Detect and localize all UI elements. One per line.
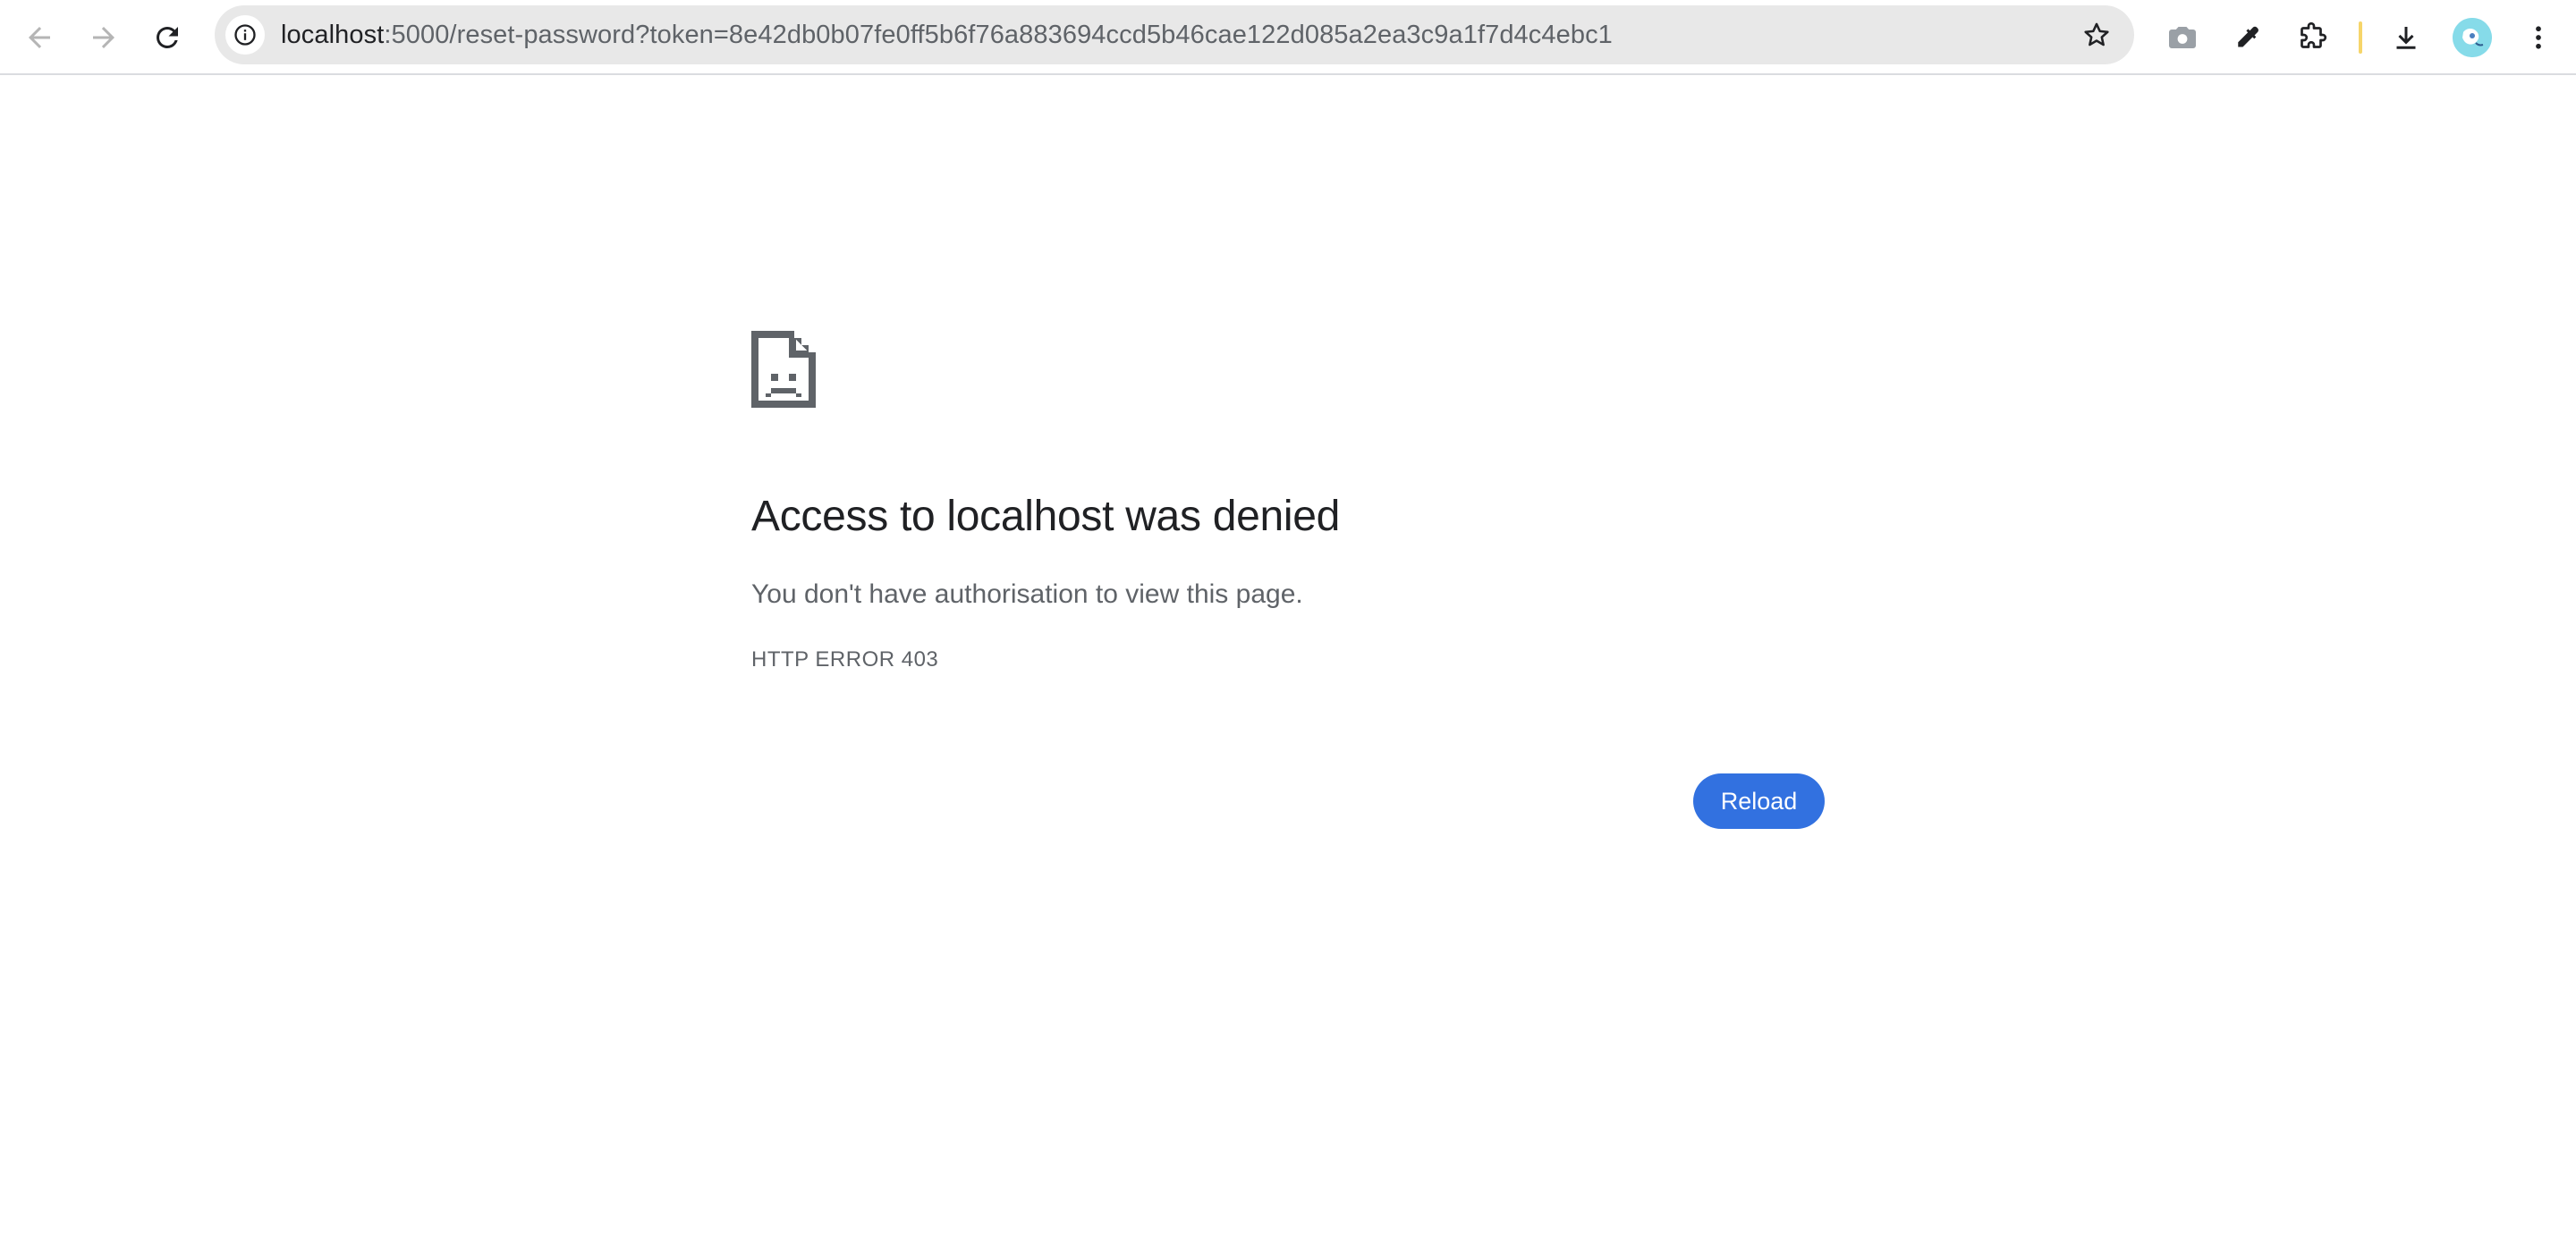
forward-button[interactable] [79, 13, 129, 63]
extensions-button[interactable] [2286, 13, 2336, 63]
download-icon [2396, 27, 2416, 49]
reload-page-button[interactable] [142, 13, 192, 63]
browser-menu-button[interactable] [2513, 13, 2563, 63]
avatar-image [2453, 18, 2492, 57]
back-button[interactable] [14, 13, 64, 63]
browser-toolbar: localhost:5000/reset-password?token=8e42… [0, 0, 2576, 75]
avatar[interactable] [2453, 18, 2492, 57]
camera-icon [2169, 27, 2196, 48]
error-code: HTTP ERROR 403 [751, 647, 939, 672]
url-text[interactable]: localhost:5000/reset-password?token=8e42… [281, 5, 1613, 64]
eyedropper-button[interactable] [2222, 13, 2272, 63]
reload-icon [157, 26, 178, 48]
arrow-left-icon [29, 27, 50, 48]
info-icon [234, 24, 256, 46]
eyedropper-icon [2238, 26, 2258, 47]
star-icon [2084, 22, 2109, 46]
kebab-menu-icon [2536, 26, 2541, 49]
error-headline: Access to localhost was denied [751, 493, 1341, 540]
camera-button[interactable] [2157, 13, 2207, 63]
arrow-right-icon [93, 27, 114, 48]
toolbar-separator [2359, 21, 2362, 54]
downloads-button[interactable] [2381, 13, 2431, 63]
bookmark-button[interactable] [2079, 17, 2114, 53]
error-message: You don't have authorisation to view thi… [751, 579, 1303, 609]
url-path: :5000/reset-password?token=8e42db0b07fe0… [384, 21, 1613, 49]
reload-button[interactable]: Reload [1693, 773, 1825, 829]
puzzle-icon [2301, 21, 2327, 48]
sad-document-icon [751, 331, 816, 408]
url-host: localhost [281, 21, 385, 49]
site-info-button[interactable] [225, 15, 265, 55]
address-bar[interactable]: localhost:5000/reset-password?token=8e42… [215, 5, 2134, 64]
